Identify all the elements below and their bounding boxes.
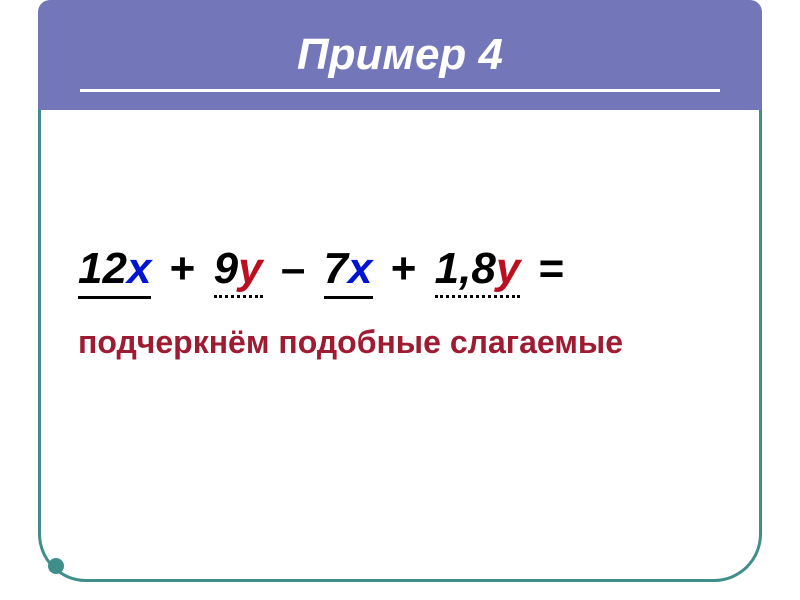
term-1-8y: 1,8у	[435, 244, 521, 294]
term-9y: 9у	[214, 244, 263, 294]
slide-title: Пример 4	[297, 30, 503, 80]
slide-header: Пример 4	[38, 0, 762, 110]
instruction-text: подчеркнём подобные слагаемые	[78, 324, 623, 361]
equals-sign: =	[539, 244, 565, 293]
operator-plus-1: +	[170, 244, 196, 293]
title-underline	[80, 89, 720, 92]
math-expression: 12х + 9у – 7х + 1,8у =	[78, 244, 570, 299]
corner-dot	[48, 558, 64, 574]
term-12x: 12х	[78, 244, 151, 299]
term-7x: 7х	[324, 244, 373, 299]
operator-minus: –	[281, 244, 305, 293]
operator-plus-2: +	[391, 244, 417, 293]
